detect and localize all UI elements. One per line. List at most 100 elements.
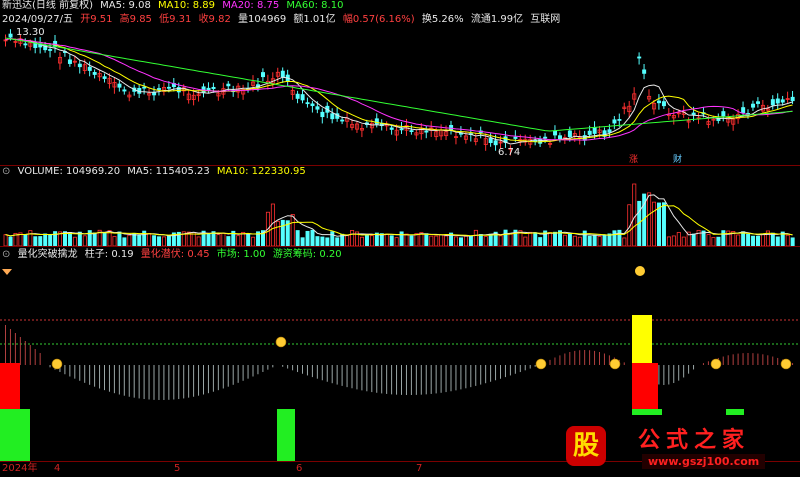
axis-label-month: 4 (54, 463, 61, 474)
candle-body (67, 59, 72, 64)
candle-body (617, 119, 622, 121)
candle-body (637, 56, 642, 59)
volume-bar (127, 234, 132, 246)
volume-bar (325, 237, 330, 246)
diamond-icon (2, 269, 12, 275)
volume-bar (647, 192, 652, 246)
volume-bar (538, 237, 543, 246)
candle-body (770, 99, 775, 106)
candle-body (260, 72, 265, 78)
signal-block-green (632, 409, 662, 415)
candle-body (751, 103, 756, 108)
candle-body (87, 66, 92, 71)
volume-bar (775, 236, 780, 246)
volume-bar (330, 231, 335, 246)
candle-body (661, 101, 666, 107)
volume-bar (434, 235, 439, 246)
volume-bar (523, 236, 528, 246)
volume-bar (157, 236, 162, 246)
volume-bar (676, 232, 681, 246)
volume-bar (152, 235, 157, 246)
volume-pane[interactable]: ⊙ VOLUME: 104969.20 MA5: 115405.23 MA10:… (0, 166, 800, 246)
signal-block-green (277, 409, 295, 461)
volume-bar (320, 236, 325, 246)
volume-bar (577, 236, 582, 246)
volume-bar (478, 234, 483, 246)
candle-body (102, 76, 107, 79)
volume-bar (23, 234, 28, 246)
price-pane[interactable]: 新迅达(日线 前复权) MA5: 9.08 MA10: 8.89 MA20: 8… (0, 0, 800, 165)
volume-bar (226, 236, 231, 246)
signal-block-green (726, 409, 744, 415)
volume-bar (48, 234, 53, 246)
candle-body (166, 86, 171, 89)
candle-body (642, 69, 647, 74)
volume-bar (310, 229, 315, 246)
volume-bar (280, 219, 285, 246)
candle-body (300, 94, 305, 101)
volume-bar (468, 235, 473, 246)
volume-bar (597, 236, 602, 246)
smiley-icon (51, 358, 63, 370)
watermark: 股 公式之家 www.gszj100.com (560, 420, 800, 476)
candle-body (513, 136, 518, 139)
volume-bar (404, 233, 409, 246)
volume-bar (458, 237, 463, 246)
volume-bar (553, 231, 558, 246)
volume-bar (444, 235, 449, 246)
volume-bar (498, 235, 503, 246)
candle-body (716, 118, 721, 121)
volume-bar (681, 236, 686, 246)
volume-bar (567, 233, 572, 246)
volume-bar (508, 233, 513, 246)
volume-bar (350, 229, 355, 246)
candlestick-chart[interactable] (0, 0, 800, 165)
volume-bar (359, 236, 364, 246)
volume-bar (72, 236, 77, 246)
candle-body (48, 49, 53, 51)
signal-block-red (632, 363, 658, 409)
candle-body (592, 127, 597, 134)
volume-bar (587, 235, 592, 246)
volume-bar (439, 234, 444, 246)
volume-bar (429, 235, 434, 246)
volume-bar (67, 232, 72, 246)
candle-body (741, 107, 746, 113)
volume-bar (652, 201, 657, 246)
candle-body (310, 103, 315, 107)
volume-bar (275, 220, 280, 246)
candle-body (117, 83, 122, 88)
candle-body (587, 130, 592, 135)
volume-bar (236, 235, 241, 246)
candle-body (543, 136, 548, 139)
volume-bar (137, 234, 142, 246)
volume-bar (384, 233, 389, 246)
volume-bar (785, 234, 790, 246)
candle-body (567, 130, 572, 137)
candle-body (558, 135, 563, 140)
volume-bar (760, 234, 765, 246)
candle-body (721, 111, 726, 117)
volume-bar (503, 229, 508, 246)
signal-block-green (0, 409, 30, 461)
candle-body (493, 140, 498, 146)
volume-chart[interactable] (0, 166, 800, 246)
candle-body (775, 98, 780, 104)
volume-bar (290, 213, 295, 246)
candle-body (612, 119, 617, 124)
signal-block-red (0, 363, 20, 409)
volume-bar (161, 236, 166, 246)
axis-label-year: 2024年 (2, 463, 38, 474)
volume-bar (216, 234, 221, 246)
volume-bar (369, 235, 374, 246)
volume-bar (533, 232, 538, 246)
candle-body (340, 119, 345, 122)
volume-bar (746, 233, 751, 246)
candle-body (23, 43, 28, 46)
volume-bar (562, 234, 567, 246)
volume-bar (711, 237, 716, 246)
volume-bar (671, 235, 676, 246)
ma60-line (5, 37, 793, 132)
volume-bar (92, 232, 97, 246)
candle-body (8, 33, 13, 38)
